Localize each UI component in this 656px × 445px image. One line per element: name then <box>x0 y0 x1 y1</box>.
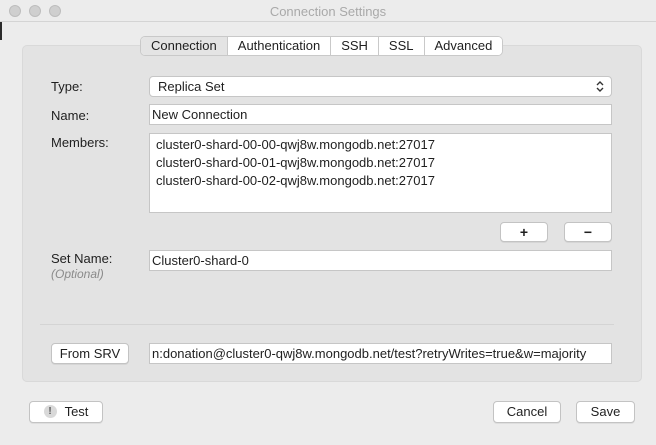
members-list[interactable]: cluster0-shard-00-00-qwj8w.mongodb.net:2… <box>149 133 612 213</box>
title-bar: Connection Settings <box>0 0 656 22</box>
set-name-label: Set Name: <box>51 251 113 266</box>
tab-connection[interactable]: Connection <box>141 37 228 55</box>
type-select-value: Replica Set <box>158 79 225 94</box>
tab-ssl[interactable]: SSL <box>378 37 425 55</box>
up-down-chevron-icon <box>596 81 604 92</box>
member-item[interactable]: cluster0-shard-00-02-qwj8w.mongodb.net:2… <box>156 172 611 190</box>
background-window-edge <box>0 22 2 40</box>
connection-settings-window: Connection Settings Connection Authentic… <box>0 0 656 445</box>
tab-ssh[interactable]: SSH <box>331 37 379 55</box>
cancel-button[interactable]: Cancel <box>493 401 561 423</box>
minus-icon: − <box>583 224 593 240</box>
type-label: Type: <box>51 79 83 94</box>
add-member-button[interactable]: + <box>500 222 548 242</box>
warning-icon: ! <box>43 405 57 419</box>
test-button-label: Test <box>64 404 89 419</box>
test-connection-button[interactable]: ! Test <box>29 401 103 423</box>
members-label: Members: <box>51 135 109 150</box>
member-item[interactable]: cluster0-shard-00-00-qwj8w.mongodb.net:2… <box>156 136 611 154</box>
settings-tab-bar: Connection Authentication SSH SSL Advanc… <box>140 36 504 56</box>
tab-authentication[interactable]: Authentication <box>227 37 332 55</box>
set-name-input[interactable]: Cluster0-shard-0 <box>149 250 612 271</box>
window-title: Connection Settings <box>269 4 387 19</box>
srv-connection-string-input[interactable]: n:donation@cluster0-qwj8w.mongodb.net/te… <box>149 343 612 364</box>
from-srv-button[interactable]: From SRV <box>51 343 129 364</box>
plus-icon: + <box>519 224 529 240</box>
set-name-optional-hint: (Optional) <box>51 267 104 281</box>
type-select[interactable]: Replica Set <box>149 76 612 97</box>
remove-member-button[interactable]: − <box>564 222 612 242</box>
save-button[interactable]: Save <box>576 401 635 423</box>
name-label: Name: <box>51 108 90 123</box>
section-divider <box>40 324 614 325</box>
tab-advanced[interactable]: Advanced <box>424 37 503 55</box>
name-input[interactable]: New Connection <box>149 104 612 125</box>
member-item[interactable]: cluster0-shard-00-01-qwj8w.mongodb.net:2… <box>156 154 611 172</box>
